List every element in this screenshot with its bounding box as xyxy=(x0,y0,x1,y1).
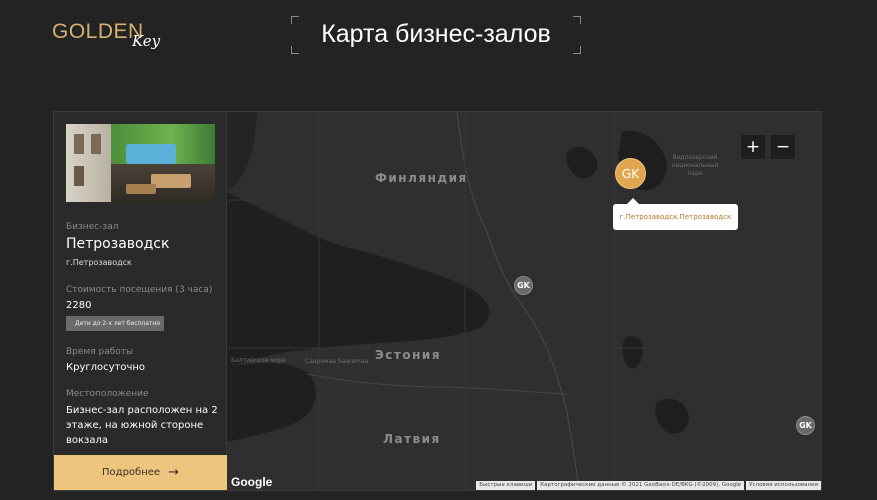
location-label: Местоположение xyxy=(66,389,149,399)
map-label-saaremaa: Сааремаа Saaremaa xyxy=(305,358,369,365)
hours-value: Круглосуточно xyxy=(66,362,146,373)
page-title-frame: Карта бизнес-залов xyxy=(291,16,581,54)
keyboard-shortcuts-link[interactable]: Быстрые клавиши xyxy=(476,481,536,490)
location-value: Бизнес-зал расположен на 2 этаже, на южн… xyxy=(66,405,218,446)
cost-value: 2280 xyxy=(66,300,92,311)
map-label-vodlozersky: Водлозерский национальный парк xyxy=(671,154,719,177)
zoom-out-button[interactable]: − xyxy=(771,135,795,159)
lounge-info-card: Бизнес-зал Петрозаводск г.Петрозаводск С… xyxy=(54,112,227,490)
zoom-in-button[interactable]: + xyxy=(741,135,765,159)
page-title: Карта бизнес-залов xyxy=(321,20,551,48)
lounge-marker[interactable]: GK xyxy=(796,416,815,435)
google-logo[interactable]: Google xyxy=(231,475,272,489)
hours-label: Время работы xyxy=(66,347,134,357)
page: GOLDEN Key Карта бизнес-залов Бизнес-зал… xyxy=(0,0,877,500)
lounge-city: г.Петрозаводск xyxy=(66,258,132,267)
logo-main-text: GOLDEN xyxy=(52,20,144,43)
logo-script-text: Key xyxy=(132,32,161,50)
map-attribution: Быстрые клавиши Картографические данные … xyxy=(476,481,821,490)
cost-label: Стоимость посещения (3 часа) xyxy=(66,285,213,295)
lounge-type-label: Бизнес-зал xyxy=(66,222,119,232)
lounge-marker[interactable]: GK xyxy=(514,276,533,295)
terms-link[interactable]: Условия использования xyxy=(746,481,821,490)
lounge-marker-petrozavodsk[interactable]: GK xyxy=(615,158,646,189)
more-details-button[interactable]: Подробнее → xyxy=(54,455,227,490)
country-label-finland: Финляндия xyxy=(375,171,468,185)
lounge-map-section: Бизнес-зал Петрозаводск г.Петрозаводск С… xyxy=(53,111,822,491)
logo[interactable]: GOLDEN Key xyxy=(52,18,172,52)
kids-free-badge: Дети до 2-х лет бесплатно xyxy=(66,316,164,331)
country-label-estonia: Эстония xyxy=(375,348,442,362)
arrow-right-icon: → xyxy=(168,465,179,480)
marker-popup: г.Петрозаводск.Петрозаводск xyxy=(613,198,738,230)
map-terrain xyxy=(227,112,821,490)
lounge-name: Петрозаводск xyxy=(66,236,170,252)
map-canvas[interactable]: Финляндия Эстония Латвия Водлозерский на… xyxy=(227,112,821,490)
country-label-latvia: Латвия xyxy=(383,432,441,446)
lounge-photo xyxy=(66,124,215,202)
map-label-baltic-sea: Балтийское море xyxy=(231,357,286,364)
more-details-label: Подробнее xyxy=(102,467,161,478)
map-data-attribution: Картографические данные © 2021 GeoBasis-… xyxy=(537,481,745,490)
